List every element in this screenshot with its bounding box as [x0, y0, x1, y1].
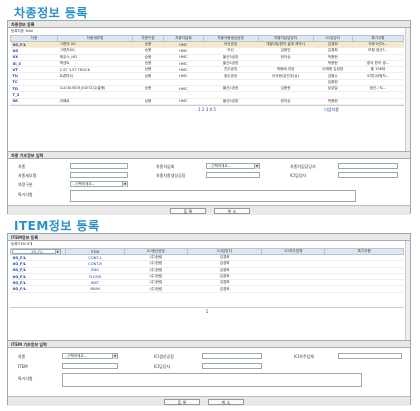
item-pagination: 1 [10, 306, 404, 315]
vehicle-ici-input[interactable] [338, 172, 398, 178]
item-cell-2: (주)한림 [124, 285, 188, 293]
vehicle-form-title: 차종 기초정보 입력 [8, 152, 410, 159]
item-note-textarea[interactable] [62, 373, 362, 387]
vehicle-cell-1: 리베로 [57, 98, 133, 105]
vehicle-cancel-button[interactable]: 취 소 [214, 208, 250, 214]
item-owner-label: ICI담당자 [154, 364, 171, 369]
item-filter-select[interactable]: XG_F/L ▼ [12, 249, 61, 254]
table-row[interactable]: SR 리베로 상용 HMC 울산5공장 한지승 박종현 [10, 98, 404, 105]
item-plant-label: ICI생산공장 [154, 354, 174, 359]
vehicle-save-button[interactable]: 등 록 [170, 208, 206, 214]
vehicle-cell-7 [352, 98, 404, 105]
vehicle-cell-5: 개발1팀/편의 설계 제약사 [258, 41, 314, 49]
item-form-title: ITEM 기초정보 입력 [8, 341, 410, 348]
vehicle-note-textarea[interactable] [70, 190, 356, 202]
vehicle-detail-input[interactable] [70, 172, 128, 178]
vehicle-cell-3: HMC [163, 98, 204, 105]
item-model-value: --선택하세요-- [65, 354, 87, 358]
vehicle-next-link[interactable]: 다음차종 [324, 106, 339, 114]
item-cell-1[interactable]: MAIN [65, 285, 125, 293]
item-item-input[interactable] [62, 363, 118, 369]
item-plant-input[interactable] [202, 353, 262, 359]
vehicle-maker-select[interactable]: --선택하세요-- ▼ [206, 163, 260, 169]
item-count-label: 등록ITEM 6개 [11, 242, 33, 246]
item-cell-0[interactable]: XG_F/L [10, 285, 66, 293]
vehicle-cell-4: 울산5공장 [203, 98, 259, 105]
item-table-scrollbar[interactable] [405, 241, 410, 342]
vehicle-count-label: 등록차종 Total [11, 29, 34, 33]
item-panel: ITEM정보 등록 등록ITEM 6개 XG_F/L ▼ ITEM ICI생산공장 IC… [7, 233, 411, 406]
vehicle-owner-input[interactable] [338, 163, 398, 169]
vehicle-model-input[interactable] [70, 163, 128, 169]
item-save-button[interactable]: 등 록 [164, 399, 200, 405]
vehicle-class-value: --선택하세요-- [73, 182, 95, 186]
item-table: XG_F/L ▼ ITEM ICI생산공장 ICI담당자 ICI차주업체 특기사항 XG_F… [9, 248, 404, 293]
item-page-links[interactable]: 1 [206, 309, 209, 314]
vehicle-class-select[interactable]: --선택하세요-- ▼ [70, 181, 128, 187]
item-vendor-label: ICI차주업체 [294, 354, 314, 359]
item-header-0: XG_F/L ▼ [9, 248, 67, 255]
item-cancel-button[interactable]: 취 소 [208, 399, 244, 405]
vehicle-button-bar: 등 록 취 소 [8, 205, 410, 215]
vehicle-cell-0[interactable]: SR [10, 98, 58, 105]
chevron-down-icon: ▼ [122, 182, 127, 187]
vehicle-page-title: 차종정보 등록 [14, 6, 88, 20]
item-note-label: 특기사항 [18, 376, 33, 381]
item-item-label: ITEM [18, 364, 28, 369]
item-owner-input[interactable] [202, 363, 262, 369]
item-model-select[interactable]: --선택하세요-- ▼ [62, 353, 118, 359]
item-page-title: ITEM정보 등록 [14, 219, 100, 233]
chevron-down-icon: ▼ [112, 354, 117, 359]
vehicle-class-label: 차량구분 [18, 182, 33, 187]
item-vendor-input[interactable] [338, 353, 402, 359]
item-filter-value: XG_F/L [31, 250, 44, 254]
chevron-down-icon: ▼ [254, 164, 259, 169]
item-panel-title: ITEM정보 등록 [8, 234, 410, 241]
vehicle-note-label: 특기사항 [18, 192, 33, 197]
vehicle-maker-label: 차종차입회 [156, 164, 175, 169]
vehicle-plant-label: 차종차종생성공장 [156, 173, 186, 178]
vehicle-model-label: 차종 [18, 164, 26, 169]
table-row[interactable]: XG_F/L MAIN (주)한림 김경희 [10, 285, 404, 293]
vehicle-cell-2: 상용 [132, 98, 164, 105]
vehicle-table-scrollbar[interactable] [405, 28, 410, 151]
vehicle-panel-title: 차종정보 등록 [8, 21, 410, 28]
vehicle-table-wrap: 차종 차종세부명 차량구분 차종차입회 차종차종생성공장 차종차입담당자 ICI담당자 특기사… [9, 35, 405, 114]
vehicle-plant-input[interactable] [206, 172, 260, 178]
item-cell-4 [261, 285, 325, 293]
item-table-wrap: XG_F/L ▼ ITEM ICI생산공장 ICI담당자 ICI차주업체 특기사항 XG_F… [9, 248, 404, 315]
item-cell-3: 김경희 [187, 285, 262, 293]
vehicle-cell-5: 한지승 [258, 98, 314, 105]
vehicle-detail-label: 차종세부명 [18, 173, 37, 178]
item-button-bar: 등 록 취 소 [8, 396, 410, 406]
chevron-down-icon: ▼ [54, 250, 60, 254]
vehicle-page-links[interactable]: 1 2 3 4 5 [198, 107, 216, 112]
vehicle-ici-label: ICI담당자 [290, 173, 307, 178]
vehicle-owner-label: 차종차입담당자 [290, 164, 316, 169]
vehicle-panel: 차종정보 등록 등록차종 Total 차종 차종세부명 차량구분 차종차입회 차종차종생… [7, 20, 411, 215]
item-cell-5 [324, 285, 404, 293]
vehicle-table: 차종 차종세부명 차량구분 차종차입회 차종차종생성공장 차종차입담당자 ICI담당자 특기사… [9, 35, 405, 105]
vehicle-pagination: 1 2 3 4 5 다음차종 [10, 104, 404, 114]
item-form: ITEM 기초정보 입력 차종 --선택하세요-- ▼ ITEM 특기사항 ICI… [8, 340, 410, 406]
item-model-label: 차종 [18, 354, 26, 359]
vehicle-form: 차종 기초정보 입력 차종 차종세부명 차량구분 --선택하세요-- ▼ 특기사항… [8, 151, 410, 215]
vehicle-cell-6: 박종현 [313, 98, 353, 105]
vehicle-maker-value: --선택하세요-- [209, 164, 231, 168]
